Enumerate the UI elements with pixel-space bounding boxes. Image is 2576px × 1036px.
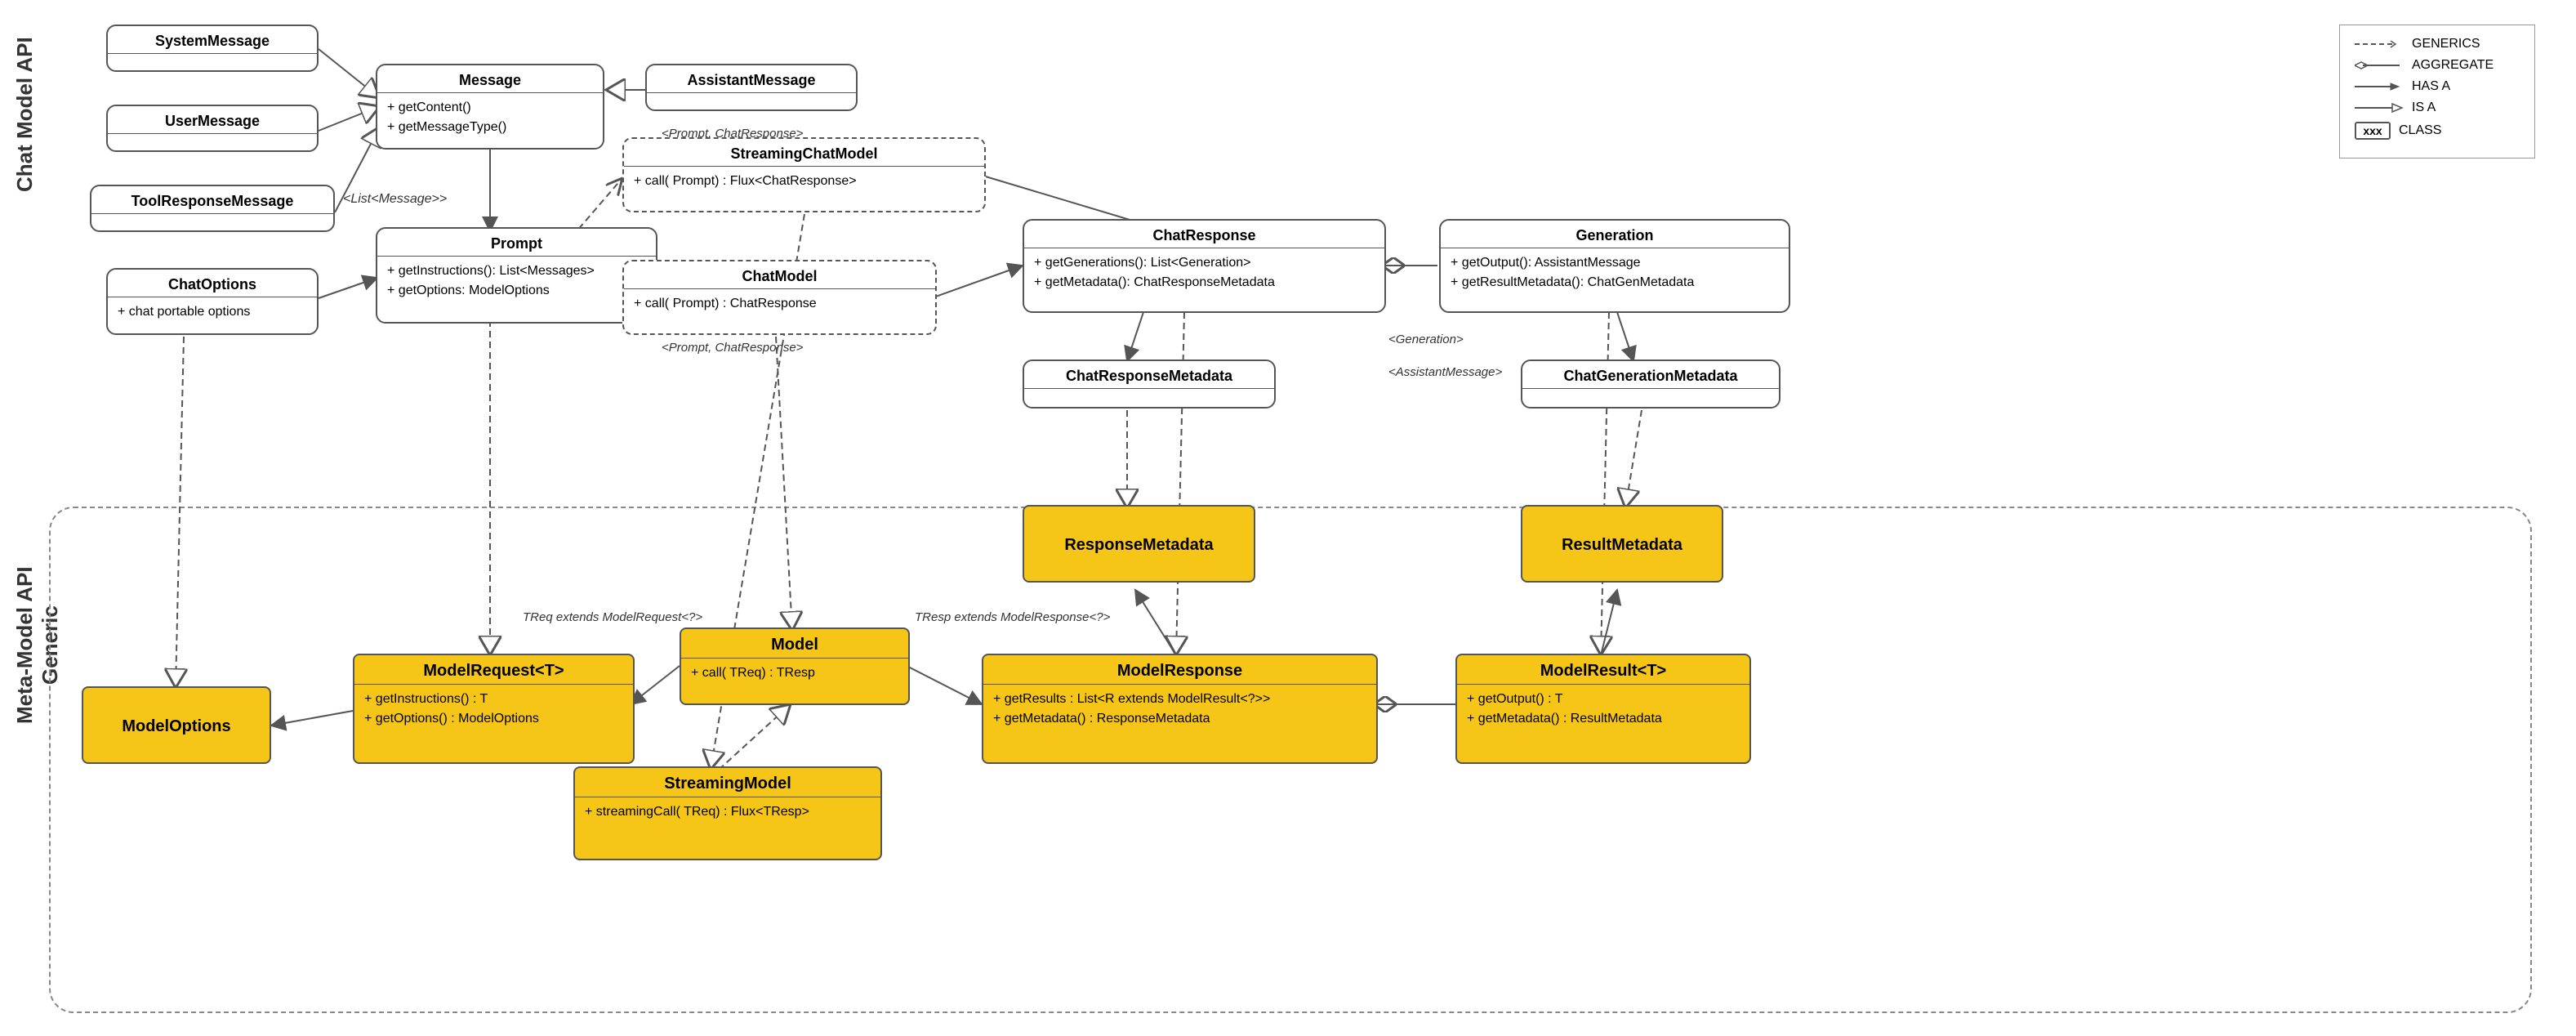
ModelResponse-body: + getResults : List<R extends ModelResul… [983,685,1376,734]
Message-body: + getContent()+ getMessageType() [377,93,603,142]
legend-is-a-label: IS A [2412,100,2436,115]
StreamingModel-title: StreamingModel [575,768,880,797]
ChatModel-body: + call( Prompt) : ChatResponse [624,289,935,319]
Generation-box: Generation + getOutput(): AssistantMessa… [1439,219,1790,313]
legend-class-label: CLASS [2399,123,2441,138]
ChatModel-box: ChatModel + call( Prompt) : ChatResponse [622,260,937,335]
ModelRequest-title: ModelRequest<T> [354,655,633,685]
legend-generics-label: GENERICS [2412,37,2480,51]
ModelOptions-box: ModelOptions [82,686,271,764]
ChatResponse-title: ChatResponse [1024,221,1384,248]
SystemMessage-box: SystemMessage [106,25,319,72]
ModelResult-title: ModelResult<T> [1457,655,1749,685]
ResultMetadata-box: ResultMetadata [1521,505,1723,583]
svg-text:<AssistantMessage>: <AssistantMessage> [1388,365,1502,379]
ModelResponse-box: ModelResponse + getResults : List<R exte… [982,654,1378,764]
ToolResponseMessage-title: ToolResponseMessage [91,186,333,214]
svg-text:<List<Message>>: <List<Message>> [343,192,447,206]
ModelRequest-body: + getInstructions() : T+ getOptions() : … [354,685,633,734]
ChatResponseMetadata-title: ChatResponseMetadata [1024,361,1274,389]
legend-has-a-label: HAS A [2412,79,2450,94]
chat-model-api-label: Chat Model API [12,33,38,196]
legend-has-a: HAS A [2355,79,2520,94]
ChatResponse-box: ChatResponse + getGenerations(): List<Ge… [1023,219,1386,313]
UserMessage-title: UserMessage [108,106,317,134]
Prompt-title: Prompt [377,229,656,257]
AssistantMessage-title: AssistantMessage [647,65,856,93]
Model-title: Model [681,629,908,659]
StreamingChatModel-box: StreamingChatModel + call( Prompt) : Flu… [622,137,986,212]
svg-text:<Prompt, ChatResponse>: <Prompt, ChatResponse> [662,341,804,355]
ChatGenerationMetadata-title: ChatGenerationMetadata [1522,361,1779,389]
ChatGenerationMetadata-box: ChatGenerationMetadata [1521,359,1780,409]
Message-title: Message [377,65,603,93]
StreamingChatModel-title: StreamingChatModel [624,139,984,167]
ChatResponseMetadata-box: ChatResponseMetadata [1023,359,1276,409]
ChatModel-title: ChatModel [624,261,935,289]
legend-is-a: IS A [2355,100,2520,115]
diagram-container: Chat Model API GenericMeta-Model API [0,0,2576,1036]
AssistantMessage-box: AssistantMessage [645,64,858,111]
Prompt-body: + getInstructions(): List<Messages>+ get… [377,257,656,306]
StreamingModel-box: StreamingModel + streamingCall( TReq) : … [573,766,882,860]
ModelResult-body: + getOutput() : T+ getMetadata() : Resul… [1457,685,1749,734]
StreamingModel-body: + streamingCall( TReq) : Flux<TResp> [575,797,880,827]
Generation-body: + getOutput(): AssistantMessage+ getResu… [1441,248,1789,297]
ModelRequest-box: ModelRequest<T> + getInstructions() : T+… [353,654,635,764]
ChatResponse-body: + getGenerations(): List<Generation>+ ge… [1024,248,1384,297]
ChatOptions-box: ChatOptions + chat portable options [106,268,319,335]
UserMessage-box: UserMessage [106,105,319,152]
Generation-title: Generation [1441,221,1789,248]
ModelResult-box: ModelResult<T> + getOutput() : T+ getMet… [1455,654,1751,764]
svg-text:<Generation>: <Generation> [1388,333,1464,346]
legend: GENERICS AGGREGATE HAS A IS A xxx [2339,25,2535,159]
Model-body: + call( TReq) : TResp [681,659,908,688]
legend-generics: GENERICS [2355,37,2520,51]
legend-aggregate: AGGREGATE [2355,58,2520,73]
SystemMessage-title: SystemMessage [108,26,317,54]
legend-aggregate-label: AGGREGATE [2412,58,2494,73]
Model-box: Model + call( TReq) : TResp [680,627,910,705]
ToolResponseMessage-box: ToolResponseMessage [90,185,335,232]
ChatOptions-body: + chat portable options [108,297,317,327]
legend-class: xxx CLASS [2355,122,2520,140]
ResponseMetadata-box: ResponseMetadata [1023,505,1255,583]
StreamingChatModel-body: + call( Prompt) : Flux<ChatResponse> [624,167,984,196]
ResponseMetadata-title: ResponseMetadata [1054,529,1223,558]
Message-box: Message + getContent()+ getMessageType() [376,64,604,150]
ModelOptions-title: ModelOptions [112,711,240,739]
Prompt-box: Prompt + getInstructions(): List<Message… [376,227,657,324]
ResultMetadata-title: ResultMetadata [1552,529,1692,558]
ModelResponse-title: ModelResponse [983,655,1376,685]
ChatOptions-title: ChatOptions [108,270,317,297]
